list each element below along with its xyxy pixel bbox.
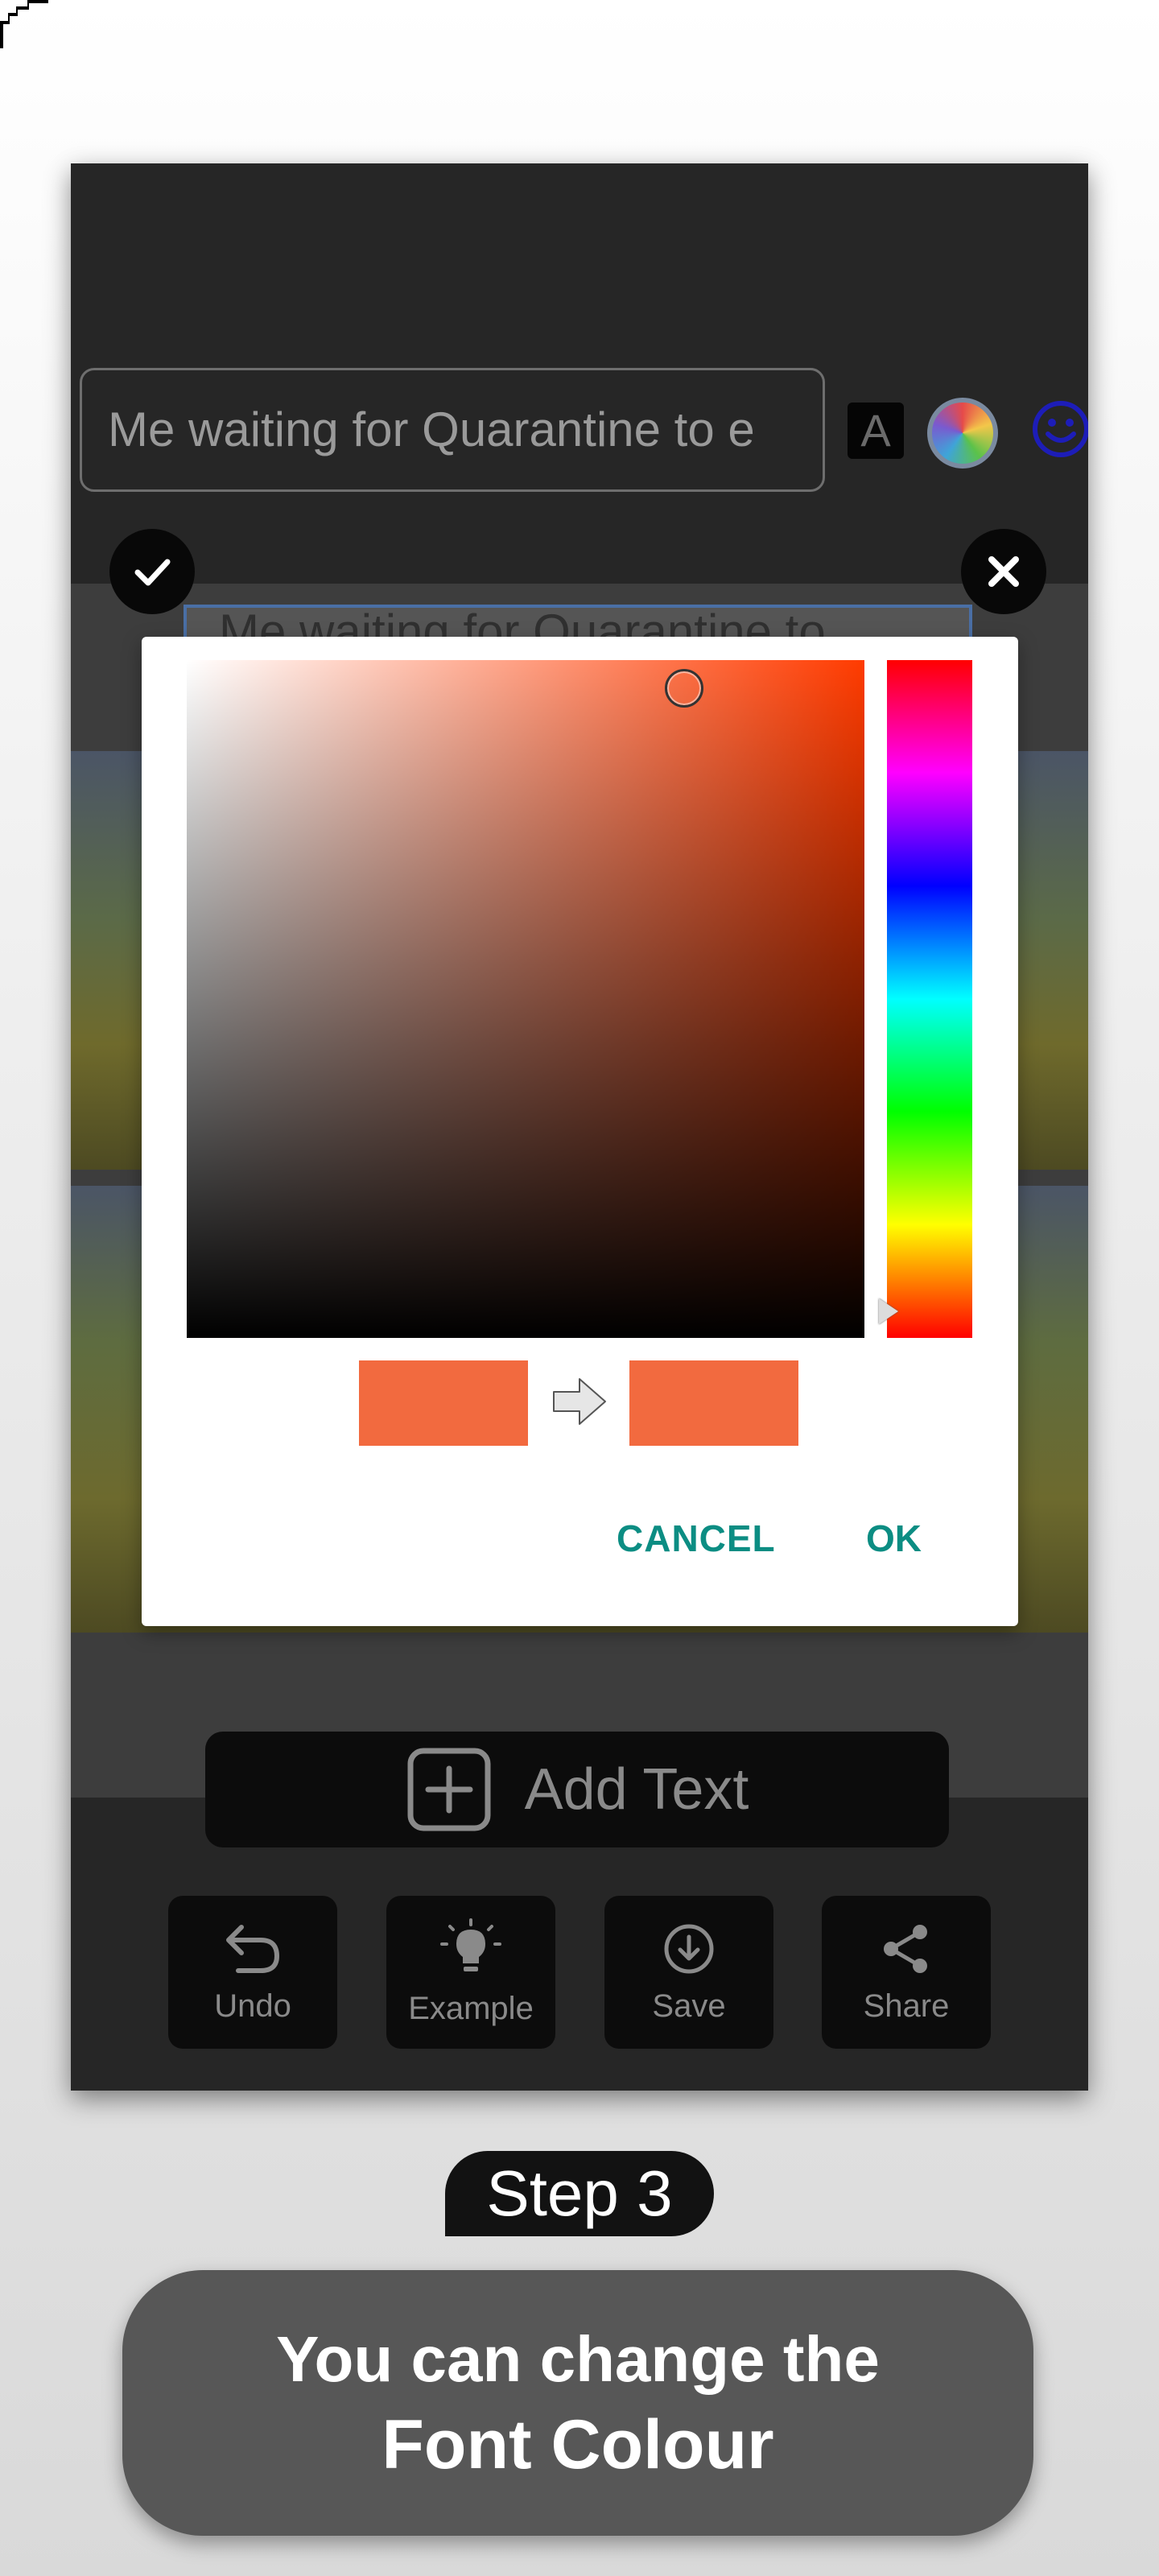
- cancel-button[interactable]: CANCEL: [617, 1506, 776, 1571]
- check-icon: [134, 559, 171, 586]
- share-button[interactable]: Share: [822, 1896, 991, 2049]
- hue-slider-handle[interactable]: [879, 1298, 898, 1324]
- caption-card: You can change the Font Colour: [122, 2270, 1033, 2536]
- undo-icon: [226, 1924, 280, 1973]
- ok-button[interactable]: OK: [866, 1506, 922, 1571]
- caption-line-2: Font Colour: [382, 2406, 774, 2483]
- confirm-button[interactable]: [109, 529, 195, 614]
- add-box-icon: [407, 1748, 491, 1831]
- add-text-button[interactable]: Add Text: [205, 1732, 949, 1847]
- save-label: Save: [652, 1988, 726, 2024]
- font-style-button[interactable]: A: [848, 402, 904, 459]
- saturation-value-picker[interactable]: [187, 660, 864, 1338]
- share-label: Share: [863, 1988, 950, 2024]
- undo-button[interactable]: Undo: [168, 1896, 337, 2049]
- hue-slider[interactable]: [887, 660, 972, 1338]
- caption-text-input[interactable]: Me waiting for Quarantine to e: [80, 368, 825, 492]
- example-label: Example: [408, 1990, 534, 2026]
- undo-label: Undo: [214, 1988, 291, 2024]
- new-color-swatch: [629, 1360, 798, 1446]
- color-selector-handle[interactable]: [665, 669, 703, 708]
- corner-glyph: [0, 0, 48, 48]
- example-button[interactable]: Example: [386, 1896, 555, 2049]
- download-icon: [664, 1924, 714, 1973]
- step-badge: Step 3: [445, 2151, 714, 2236]
- close-button[interactable]: [961, 529, 1046, 614]
- close-icon: [988, 556, 1019, 587]
- color-wheel-icon[interactable]: [927, 398, 998, 469]
- previous-color-swatch: [359, 1360, 528, 1446]
- caption-line-1: You can change the: [276, 2323, 880, 2395]
- save-button[interactable]: Save: [604, 1896, 773, 2049]
- add-text-label: Add Text: [524, 1757, 749, 1822]
- emoji-icon[interactable]: [1029, 397, 1088, 461]
- color-picker-dialog: CANCEL OK: [142, 637, 1018, 1626]
- share-icon: [884, 1924, 927, 1973]
- lightbulb-icon: [440, 1918, 501, 1971]
- arrow-right-icon: [553, 1378, 606, 1425]
